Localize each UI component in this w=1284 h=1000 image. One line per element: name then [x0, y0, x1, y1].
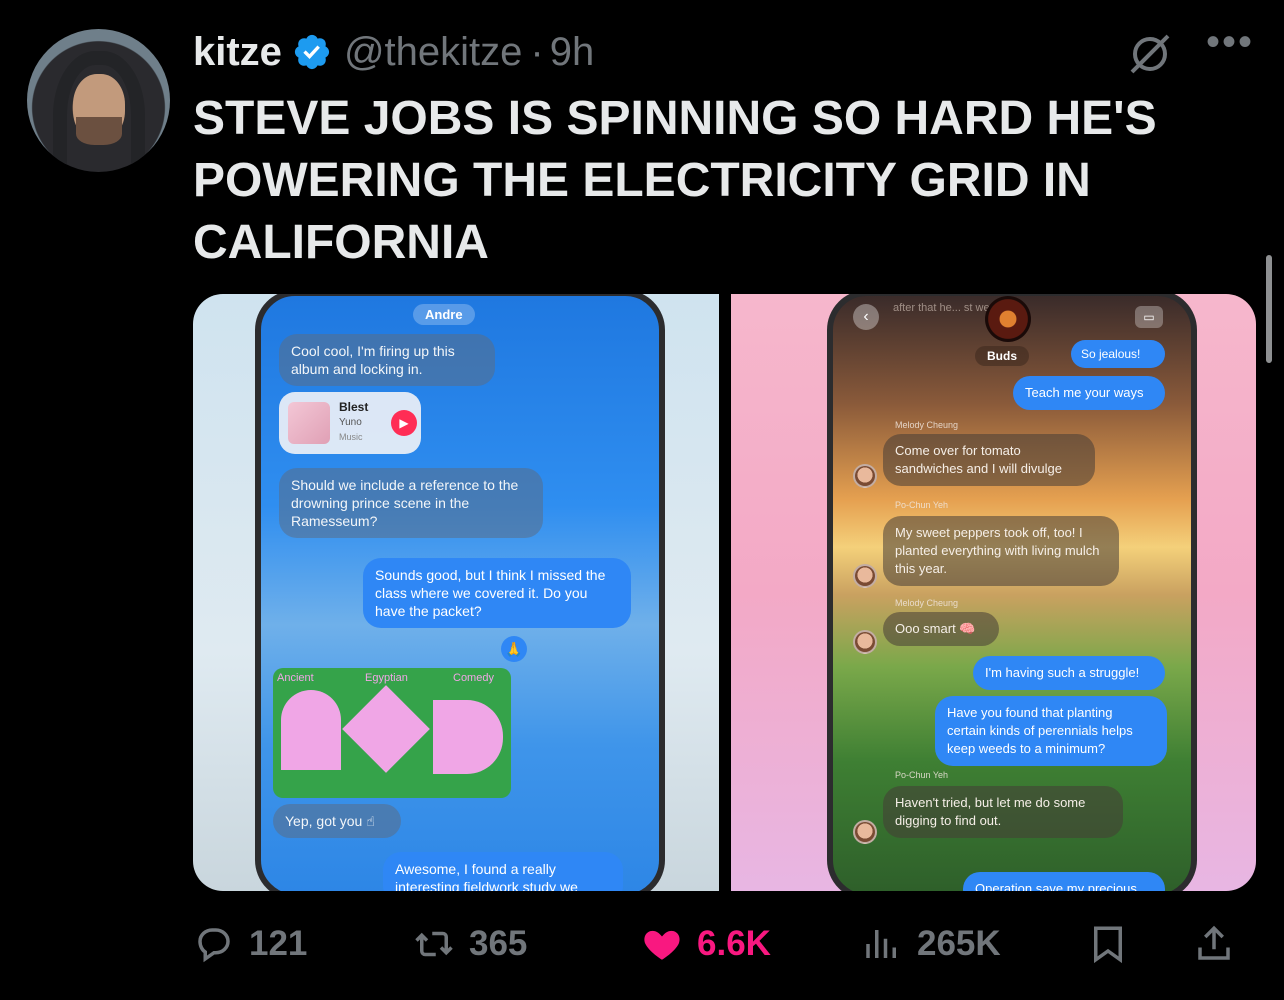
message-bubble: I'm having such a struggle! — [973, 656, 1165, 690]
music-card: Blest Yuno Music ▶ — [279, 392, 421, 454]
poster-shape — [342, 685, 430, 773]
media-image-right[interactable]: after that he... st week ‹ ▭ Buds So jea… — [731, 294, 1256, 891]
video-call-icon: ▭ — [1135, 306, 1163, 328]
message-bubble: Operation save my precious — [963, 872, 1165, 891]
message-bubble: Cool cool, I'm firing up this album and … — [279, 334, 495, 386]
author-avatar[interactable] — [27, 29, 170, 172]
tweet-media[interactable]: Andre Cool cool, I'm firing up this albu… — [193, 294, 1256, 891]
message-bubble: My sweet peppers took off, too! I plante… — [883, 516, 1119, 586]
like-button[interactable]: 6.6K — [641, 922, 771, 966]
media-image-left[interactable]: Andre Cool cool, I'm firing up this albu… — [193, 294, 719, 891]
message-bubble: Teach me your ways — [1013, 376, 1165, 410]
share-button[interactable] — [1193, 922, 1235, 966]
phone-left: Andre Cool cool, I'm firing up this albu… — [255, 294, 665, 891]
music-title: Blest — [339, 400, 369, 414]
tapback-icon: 🙏 — [501, 636, 527, 662]
contact-name: Andre — [413, 304, 475, 325]
retweet-button[interactable]: 365 — [413, 922, 527, 966]
author-name[interactable]: kitze — [193, 30, 282, 75]
verified-badge-icon[interactable] — [292, 32, 332, 72]
author-handle[interactable]: @thekitze — [344, 30, 522, 75]
views-button[interactable]: 265K — [861, 922, 1001, 966]
views-count: 265K — [917, 924, 1001, 963]
back-icon: ‹ — [853, 304, 879, 330]
separator-dot: · — [530, 29, 544, 74]
scrollbar[interactable] — [1266, 255, 1272, 363]
share-icon — [1198, 925, 1230, 960]
sender-label: Melody Cheung — [895, 420, 959, 430]
tweet-header: kitze @thekitze · 9h — [193, 28, 594, 76]
retweet-icon — [415, 931, 453, 957]
reply-icon — [198, 928, 230, 963]
message-bubble: So jealous! — [1071, 340, 1165, 368]
tweet-time[interactable]: 9h — [550, 30, 595, 75]
message-bubble: Yep, got you ☝ — [273, 804, 401, 838]
message-bubble: Haven't tried, but let me do some diggin… — [883, 786, 1123, 838]
sender-label: Po-Chun Yeh — [895, 770, 949, 780]
music-service: Music — [339, 432, 363, 442]
play-icon: ▶ — [391, 410, 417, 436]
phone-right: after that he... st week ‹ ▭ Buds So jea… — [827, 294, 1197, 891]
group-avatar — [985, 296, 1031, 342]
album-art — [288, 402, 330, 444]
like-count: 6.6K — [697, 924, 771, 963]
message-bubble: Come over for tomato sandwiches and I wi… — [883, 434, 1095, 486]
contact-name: Buds — [975, 346, 1029, 366]
poster-word: Egyptian — [365, 672, 408, 684]
avatar-beard — [76, 117, 122, 145]
message-bubble: Sounds good, but I think I missed the cl… — [363, 558, 631, 628]
grok-icon[interactable] — [1126, 30, 1174, 78]
poster-word: Ancient — [277, 672, 314, 684]
poster-word: Comedy — [453, 672, 494, 684]
poster-shape — [281, 690, 341, 770]
heart-icon — [644, 930, 680, 960]
retweet-count: 365 — [469, 924, 528, 963]
tweet-actions: 121 365 6.6K 265K — [193, 922, 1253, 966]
more-icon[interactable]: ••• — [1206, 22, 1254, 66]
message-bubble: Ooo smart 🧠 — [883, 612, 999, 646]
message-bubble: Have you found that planting certain kin… — [935, 696, 1167, 766]
poster-image: Ancient Egyptian Comedy — [273, 668, 511, 798]
sender-avatar — [853, 630, 877, 654]
bookmark-button[interactable] — [1087, 922, 1129, 966]
message-bubble: Should we include a reference to the dro… — [279, 468, 543, 538]
sender-label: Po-Chun Yeh — [895, 500, 949, 510]
sender-avatar — [853, 464, 877, 488]
music-artist: Yuno — [339, 417, 362, 428]
poster-shape — [433, 700, 503, 774]
bookmark-icon — [1094, 926, 1122, 964]
sender-avatar — [853, 820, 877, 844]
sender-avatar — [853, 564, 877, 588]
sender-label: Melody Cheung — [895, 598, 959, 608]
message-bubble: Awesome, I found a really interesting fi… — [383, 852, 623, 891]
tweet-text: STEVE JOBS IS SPINNING SO HARD HE'S POWE… — [193, 92, 1157, 269]
views-icon — [866, 930, 896, 958]
reply-count: 121 — [249, 924, 308, 963]
reply-button[interactable]: 121 — [193, 922, 307, 966]
